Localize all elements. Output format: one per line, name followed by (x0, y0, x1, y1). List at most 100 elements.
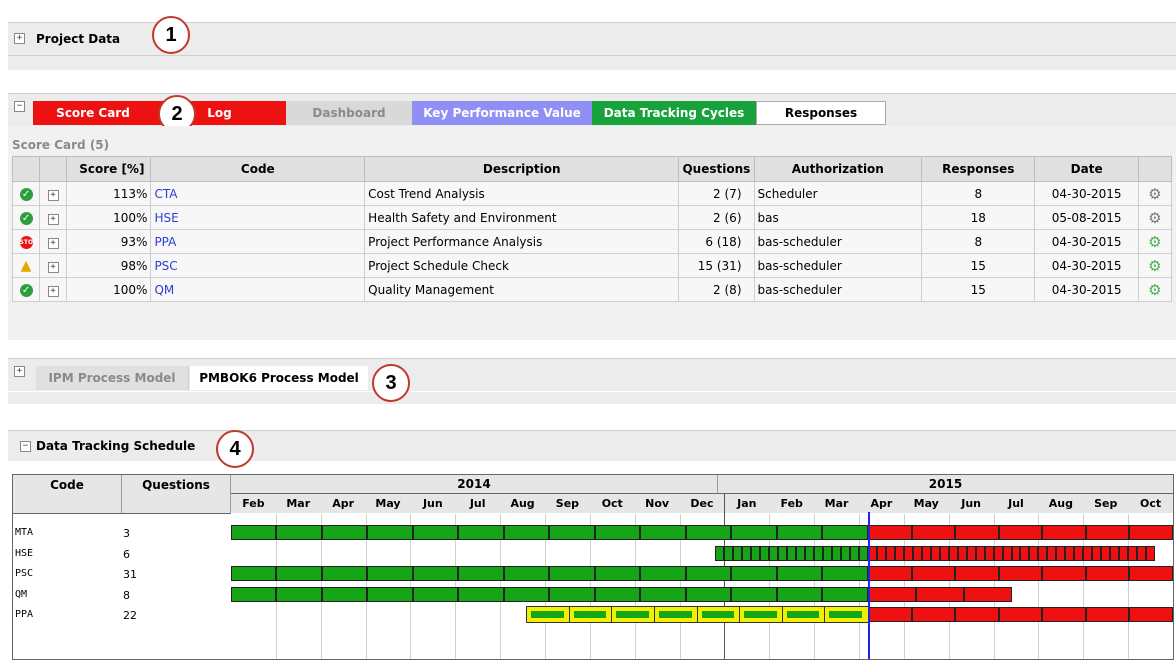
gantt-bar[interactable] (832, 545, 842, 561)
gear-icon[interactable]: ⚙ (1137, 253, 1173, 278)
gantt-bar[interactable] (1056, 545, 1066, 561)
gantt-bar[interactable] (911, 566, 956, 581)
gantt-bar[interactable] (814, 545, 824, 561)
collapse-icon[interactable]: − (14, 101, 25, 112)
gantt-bar[interactable] (611, 606, 656, 623)
gantt-bar[interactable] (955, 566, 999, 581)
gantt-bar[interactable] (731, 586, 777, 602)
gantt-bar[interactable] (412, 566, 459, 581)
schedule-title[interactable]: Data Tracking Schedule (36, 439, 195, 453)
table-row[interactable]: ▲ +98% PSC Project Schedule Check 15 (31) bas… (11, 253, 1173, 278)
gantt-bar[interactable] (930, 545, 940, 561)
code-link[interactable]: PPA (154, 235, 176, 249)
expand-icon[interactable]: + (47, 214, 59, 225)
col-score[interactable]: Score [%] (66, 156, 152, 182)
gantt-bar[interactable] (231, 566, 277, 581)
gantt-bar[interactable] (1074, 545, 1084, 561)
expand-icon[interactable]: + (47, 190, 59, 201)
gantt-bar[interactable] (876, 545, 886, 561)
gantt-bar[interactable] (760, 545, 770, 561)
gantt-bar[interactable] (1119, 545, 1129, 561)
gantt-bar[interactable] (731, 566, 777, 581)
code-link[interactable]: QM (154, 283, 174, 297)
gantt-bar[interactable] (903, 545, 913, 561)
gantt-bar[interactable] (640, 586, 686, 602)
gantt-bar[interactable] (859, 545, 868, 561)
gantt-bar[interactable] (984, 545, 994, 561)
tab-ipm-process-model[interactable]: IPM Process Model (36, 366, 189, 390)
gantt-bar[interactable] (1146, 545, 1156, 561)
gantt-bar[interactable] (367, 586, 413, 602)
gantt-bar[interactable] (912, 545, 922, 561)
gantt-bar[interactable] (733, 545, 743, 561)
col-authorization[interactable]: Authorization (753, 156, 923, 182)
gantt-bar[interactable] (776, 566, 823, 581)
gantt-bar[interactable] (998, 525, 1043, 540)
gantt-bar[interactable] (805, 545, 815, 561)
col-responses[interactable]: Responses (921, 156, 1036, 182)
gantt-bar[interactable] (276, 525, 322, 540)
gantt-bar[interactable] (503, 525, 550, 540)
gantt-bar[interactable] (568, 606, 614, 623)
tab-dashboard[interactable]: Dashboard (286, 101, 412, 125)
gantt-bar[interactable] (458, 525, 504, 540)
gantt-bar[interactable] (696, 606, 742, 623)
gantt-bar[interactable] (640, 566, 686, 581)
gantt-bar[interactable] (867, 566, 912, 581)
gantt-bar[interactable] (653, 606, 699, 623)
gantt-bar[interactable] (503, 566, 550, 581)
gantt-bar[interactable] (640, 525, 686, 540)
gantt-bar[interactable] (823, 545, 833, 561)
tab-key-performance-value[interactable]: Key Performance Value (412, 101, 592, 125)
tab-responses[interactable]: Responses (756, 101, 886, 125)
gantt-bar[interactable] (594, 586, 641, 602)
gantt-bar[interactable] (776, 586, 823, 602)
gantt-bar[interactable] (321, 525, 368, 540)
gantt-bar[interactable] (549, 525, 595, 540)
gantt-bar[interactable] (276, 586, 322, 602)
table-row[interactable]: STOP +93% PPA Project Performance Analysis 6… (11, 229, 1173, 254)
gantt-bar[interactable] (321, 586, 368, 602)
gantt-bar[interactable] (911, 607, 956, 622)
gantt-bar[interactable] (458, 586, 504, 602)
gantt-bar[interactable] (867, 525, 912, 540)
gantt-bar[interactable] (367, 525, 413, 540)
gantt-bar[interactable] (231, 586, 277, 602)
gantt-bar[interactable] (948, 545, 958, 561)
gantt-bar[interactable] (998, 607, 1043, 622)
gantt-bar[interactable] (963, 586, 1012, 602)
gantt-bar[interactable] (1085, 607, 1130, 622)
gantt-bar[interactable] (724, 545, 734, 561)
expand-icon[interactable]: + (14, 366, 25, 377)
gantt-bar[interactable] (742, 545, 752, 561)
gantt-bar[interactable] (1085, 525, 1130, 540)
gear-icon[interactable]: ⚙ (1137, 277, 1173, 302)
gantt-bar[interactable] (751, 545, 761, 561)
gantt-bar[interactable] (867, 586, 916, 602)
gantt-bar[interactable] (321, 566, 368, 581)
gantt-bar[interactable] (1029, 545, 1039, 561)
gantt-bar[interactable] (778, 545, 788, 561)
gantt-bar[interactable] (412, 525, 459, 540)
gantt-bar[interactable] (1129, 566, 1173, 581)
gantt-bar[interactable] (594, 566, 641, 581)
gantt-bar[interactable] (894, 545, 904, 561)
gantt-bar[interactable] (1085, 566, 1130, 581)
col-questions[interactable]: Questions (678, 156, 755, 182)
gantt-bar[interactable] (685, 525, 732, 540)
table-row[interactable]: ✓ +113% CTA Cost Trend Analysis 2 (7) Schedul… (11, 181, 1173, 206)
gantt-bar[interactable] (526, 606, 571, 623)
gantt-bar[interactable] (685, 586, 732, 602)
gantt-bar[interactable] (1129, 607, 1173, 622)
gantt-bar[interactable] (1110, 545, 1120, 561)
gantt-bar[interactable] (739, 606, 784, 623)
gantt-bar[interactable] (781, 606, 827, 623)
gantt-bar[interactable] (1137, 545, 1147, 561)
gantt-bar[interactable] (731, 525, 777, 540)
gantt-bar[interactable] (1038, 545, 1048, 561)
gantt-bar[interactable] (276, 566, 322, 581)
gantt-bar[interactable] (841, 545, 851, 561)
gantt-bar[interactable] (915, 586, 964, 602)
gantt-bar[interactable] (549, 566, 595, 581)
col-code[interactable]: Code (150, 156, 366, 182)
